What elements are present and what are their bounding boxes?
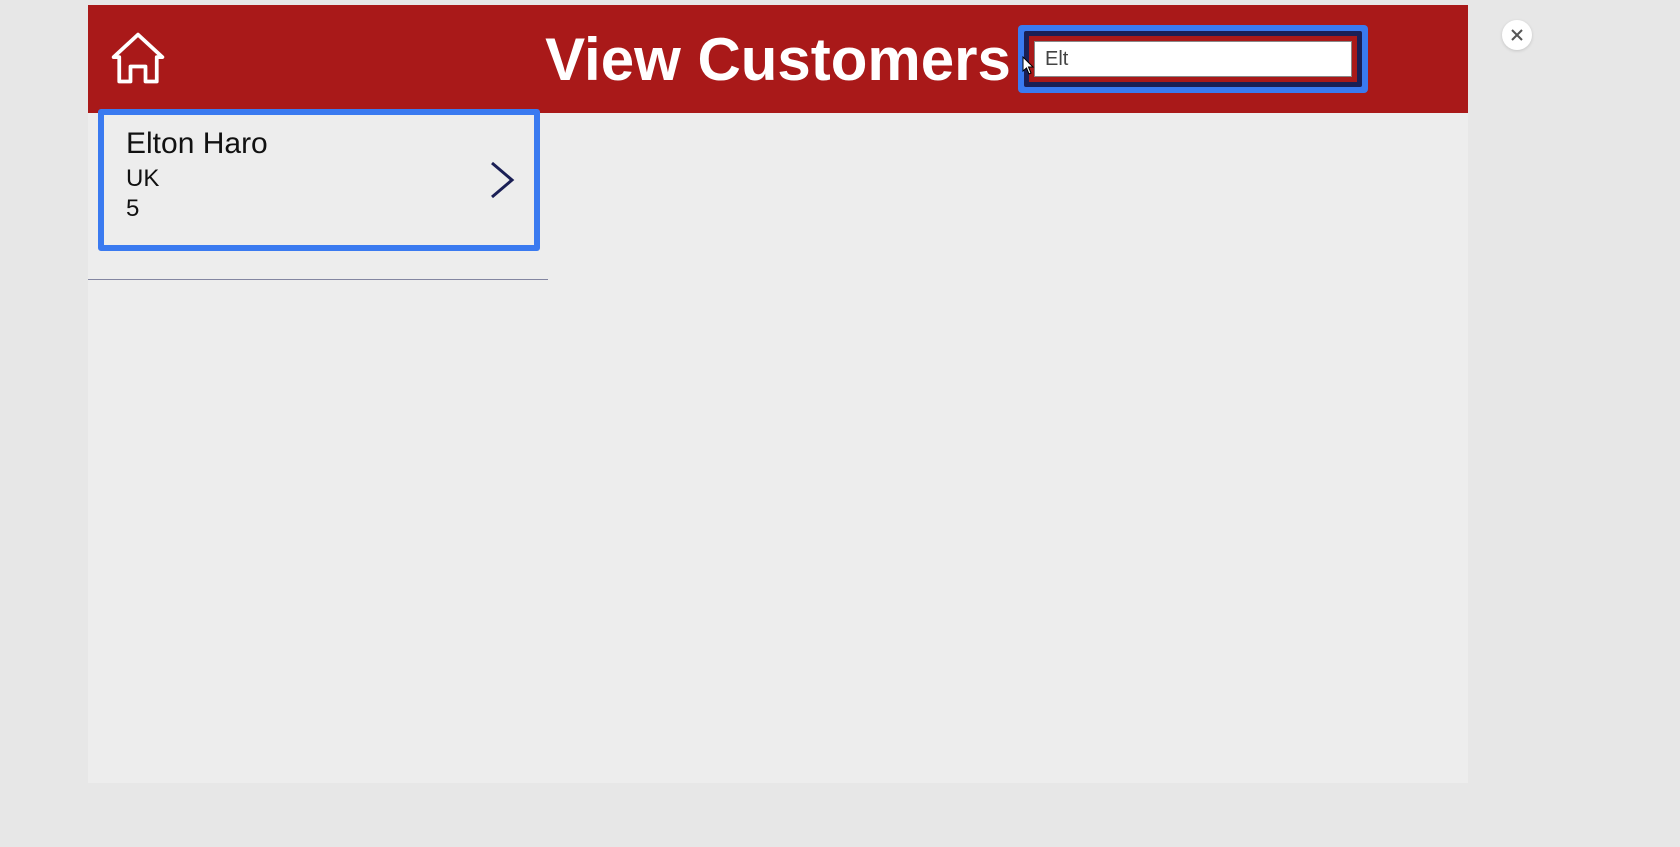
search-input[interactable] [1034,41,1352,77]
search-highlight-inner [1024,31,1362,87]
customer-id: 5 [126,195,512,223]
customer-card[interactable]: Elton Haro UK 5 [98,109,540,251]
list-separator [88,279,548,280]
search-container [1029,36,1357,82]
close-icon [1510,28,1524,42]
customer-name: Elton Haro [126,127,512,161]
header-bar: View Customers [88,5,1468,113]
customer-country: UK [126,165,512,193]
app-window: View Customers Elton Haro UK 5 [88,5,1468,783]
home-icon [108,29,168,89]
chevron-right-icon [488,159,516,201]
content-area: Elton Haro UK 5 [88,109,1468,280]
home-button[interactable] [108,29,168,89]
search-highlight-outer [1018,25,1368,93]
close-button[interactable] [1502,20,1532,50]
